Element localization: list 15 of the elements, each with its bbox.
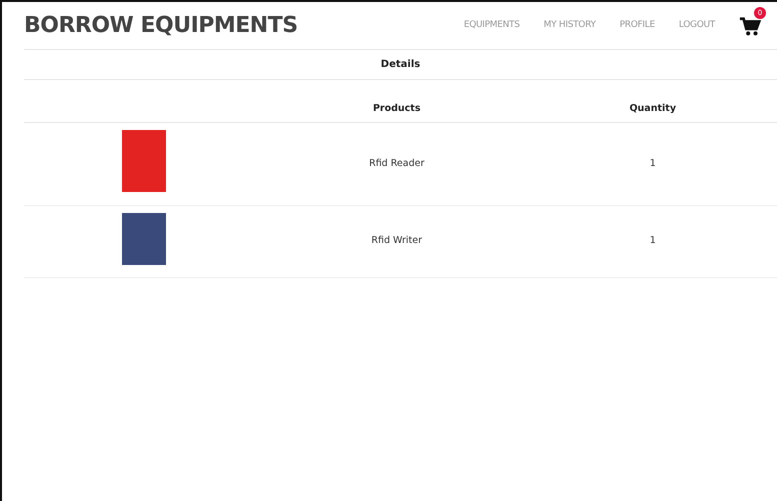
photo-placeholder xyxy=(122,130,166,192)
product-name: Rfid Reader xyxy=(369,158,424,169)
quantity-value: 1 xyxy=(650,235,656,246)
cart-icon[interactable] xyxy=(739,16,761,38)
nav-link[interactable]: MY HISTORY xyxy=(544,18,596,32)
product-name: Rfid Writer xyxy=(371,235,422,246)
column-header: Quantity xyxy=(629,103,676,114)
column-header: Products xyxy=(372,103,421,114)
nav-link[interactable]: PROFILE xyxy=(620,18,655,32)
nav-link[interactable]: EQUIPMENTS xyxy=(464,18,520,32)
site-title: BORROW EQUIPMENTS xyxy=(24,12,298,40)
section-title: Details xyxy=(24,50,777,80)
quantity-value: 1 xyxy=(650,158,656,169)
photo-placeholder xyxy=(122,212,166,264)
nav-link[interactable]: LOGOUT xyxy=(678,18,715,32)
